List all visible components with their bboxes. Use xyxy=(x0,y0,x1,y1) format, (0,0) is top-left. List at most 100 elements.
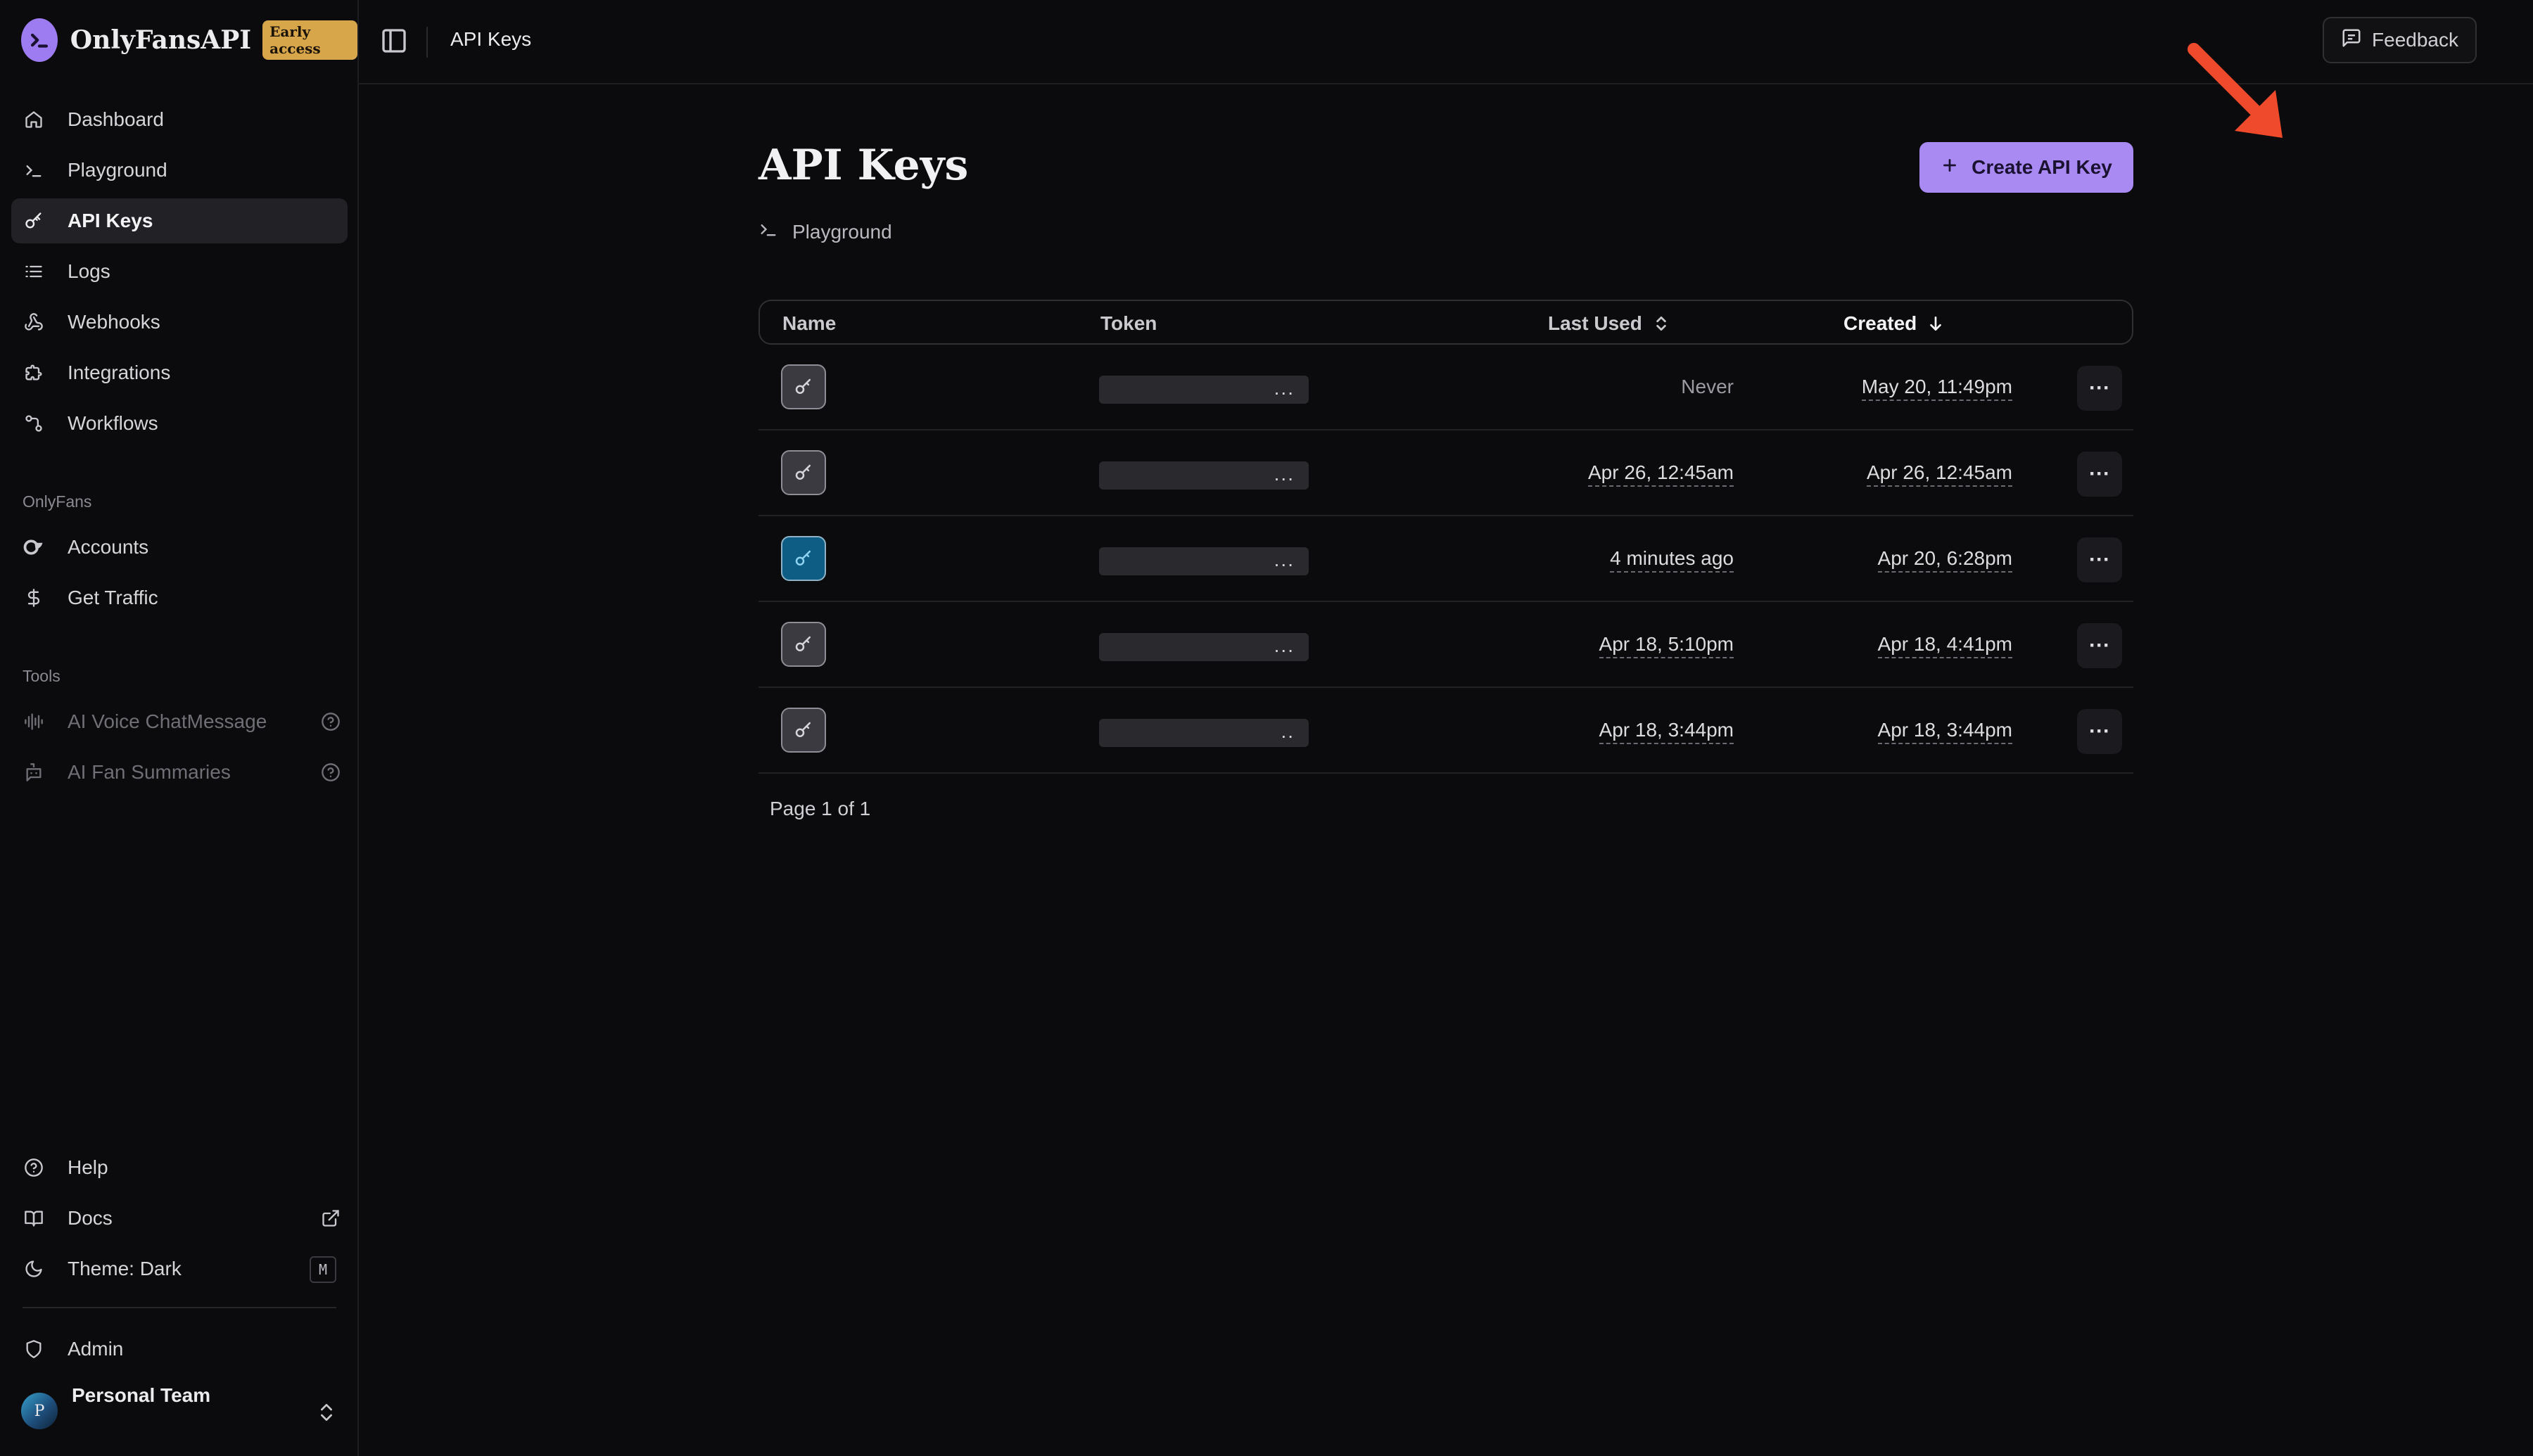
token-mask: ... xyxy=(1099,461,1309,490)
row-actions-button[interactable]: ··· xyxy=(2077,452,2122,497)
token-mask: ... xyxy=(1099,547,1309,575)
main-content: API Keys Feedback API Keys Playground Cr… xyxy=(359,0,2533,1456)
token-mask: .. xyxy=(1099,719,1309,747)
column-token: Token xyxy=(1100,312,1157,334)
theme-shortcut-key: M xyxy=(310,1256,336,1283)
sidebar-item-label: Playground xyxy=(68,159,167,181)
sidebar-item-workflows[interactable]: Workflows xyxy=(11,401,348,446)
sidebar-item-label: Theme: Dark xyxy=(68,1258,182,1279)
created-value[interactable]: May 20, 11:49pm xyxy=(1861,376,2012,401)
last-used-value[interactable]: Apr 18, 3:44pm xyxy=(1599,719,1734,744)
last-used-value: Never xyxy=(1681,376,1734,397)
key-icon xyxy=(781,622,826,667)
topbar-divider xyxy=(426,27,428,58)
sidebar-item-help[interactable]: Help xyxy=(11,1145,348,1190)
last-used-value[interactable]: 4 minutes ago xyxy=(1610,547,1734,573)
token-suffix: ... xyxy=(1274,634,1295,656)
sidebar-item-webhooks[interactable]: Webhooks xyxy=(11,300,348,345)
sidebar-item-dashboard[interactable]: Dashboard xyxy=(11,97,348,142)
column-last-used-label: Last Used xyxy=(1548,312,1642,334)
sidebar-item-accounts[interactable]: Accounts xyxy=(11,525,348,570)
audio-wave-icon xyxy=(23,710,45,733)
sort-chevrons-icon xyxy=(1652,314,1670,333)
help-circle-icon[interactable] xyxy=(319,710,342,733)
sidebar: OnlyFansAPI Early access Dashboard Playg… xyxy=(0,0,359,1456)
created-value[interactable]: Apr 20, 6:28pm xyxy=(1877,547,2012,573)
external-link-icon xyxy=(319,1207,342,1230)
sidebar-item-ai-fan-summaries[interactable]: AI Fan Summaries xyxy=(11,750,348,795)
home-icon xyxy=(23,108,45,131)
table-row: .. Apr 18, 3:44pm Apr 18, 3:44pm ··· xyxy=(758,688,2133,774)
sidebar-item-integrations[interactable]: Integrations xyxy=(11,350,348,395)
column-last-used[interactable]: Last Used xyxy=(1548,312,1670,335)
sidebar-item-docs[interactable]: Docs xyxy=(11,1196,348,1241)
sidebar-item-label: Integrations xyxy=(68,362,171,383)
column-name: Name xyxy=(782,312,837,334)
team-switcher[interactable]: P Personal Team xyxy=(21,1384,338,1438)
created-value[interactable]: Apr 18, 4:41pm xyxy=(1877,633,2012,658)
terminal-logo-icon xyxy=(21,18,58,62)
token-suffix: ... xyxy=(1274,377,1295,399)
sidebar-item-get-traffic[interactable]: Get Traffic xyxy=(11,575,348,620)
puzzle-icon xyxy=(23,362,45,384)
sidebar-item-ai-voice-chatmessage[interactable]: AI Voice ChatMessage xyxy=(11,699,348,744)
sidebar-item-api-keys[interactable]: API Keys xyxy=(11,198,348,243)
sidebar-item-logs[interactable]: Logs xyxy=(11,249,348,294)
breadcrumb: API Keys xyxy=(450,28,532,50)
sidebar-item-theme[interactable]: Theme: Dark M xyxy=(11,1246,348,1291)
created-value[interactable]: Apr 26, 12:45am xyxy=(1866,461,2012,487)
workflow-icon xyxy=(23,412,45,435)
column-created[interactable]: Created xyxy=(1843,312,1945,335)
sidebar-item-label: Help xyxy=(68,1156,108,1178)
table-row: ... Apr 18, 5:10pm Apr 18, 4:41pm ··· xyxy=(758,602,2133,688)
annotation-arrow-icon xyxy=(2188,43,2283,138)
moon-icon xyxy=(23,1258,45,1280)
playground-link[interactable]: Playground xyxy=(758,219,892,244)
last-used-value[interactable]: Apr 18, 5:10pm xyxy=(1599,633,1734,658)
created-value[interactable]: Apr 18, 3:44pm xyxy=(1877,719,2012,744)
sidebar-item-label: Dashboard xyxy=(68,108,164,130)
help-circle-icon xyxy=(23,1156,45,1179)
avatar: P xyxy=(21,1393,58,1429)
feedback-button[interactable]: Feedback xyxy=(2323,17,2477,63)
key-icon xyxy=(781,450,826,495)
sidebar-item-label: Docs xyxy=(68,1207,113,1229)
sidebar-item-label: AI Fan Summaries xyxy=(68,761,231,783)
create-api-key-button[interactable]: Create API Key xyxy=(1919,142,2133,193)
token-suffix: ... xyxy=(1274,463,1295,485)
shield-icon xyxy=(23,1338,45,1360)
table-header: Name Token Last Used Created xyxy=(758,300,2133,345)
arrow-down-icon xyxy=(1926,314,1945,333)
sidebar-toggle-icon[interactable] xyxy=(380,27,411,58)
row-actions-button[interactable]: ··· xyxy=(2077,623,2122,668)
playground-link-label: Playground xyxy=(792,220,892,243)
pagination-status: Page 1 of 1 xyxy=(770,798,871,819)
key-icon xyxy=(781,364,826,409)
sidebar-item-playground[interactable]: Playground xyxy=(11,148,348,193)
table-row: ... Apr 26, 12:45am Apr 26, 12:45am ··· xyxy=(758,430,2133,516)
message-square-icon xyxy=(2341,27,2362,53)
sidebar-item-label: Accounts xyxy=(68,536,149,558)
row-actions-button[interactable]: ··· xyxy=(2077,537,2122,582)
row-actions-button[interactable]: ··· xyxy=(2077,709,2122,754)
brand[interactable]: OnlyFansAPI Early access xyxy=(21,17,357,63)
help-circle-icon[interactable] xyxy=(319,761,342,784)
sidebar-item-label: Get Traffic xyxy=(68,587,158,608)
section-label-tools: Tools xyxy=(23,667,61,685)
sidebar-item-label: API Keys xyxy=(68,210,153,231)
table-row: ... 4 minutes ago Apr 20, 6:28pm ··· xyxy=(758,516,2133,602)
feedback-label: Feedback xyxy=(2372,29,2458,51)
last-used-value[interactable]: Apr 26, 12:45am xyxy=(1587,461,1734,487)
sidebar-item-label: Logs xyxy=(68,260,110,282)
sidebar-item-admin[interactable]: Admin xyxy=(11,1327,348,1372)
token-mask: ... xyxy=(1099,376,1309,404)
row-actions-button[interactable]: ··· xyxy=(2077,366,2122,411)
api-keys-table: Name Token Last Used Created ... Never M… xyxy=(758,300,2133,774)
sidebar-item-label: AI Voice ChatMessage xyxy=(68,710,267,732)
webhook-icon xyxy=(23,311,45,333)
terminal-icon xyxy=(758,219,778,244)
token-mask: ... xyxy=(1099,633,1309,661)
book-icon xyxy=(23,1207,45,1230)
sidebar-divider xyxy=(23,1307,336,1308)
section-label-onlyfans: OnlyFans xyxy=(23,492,92,511)
